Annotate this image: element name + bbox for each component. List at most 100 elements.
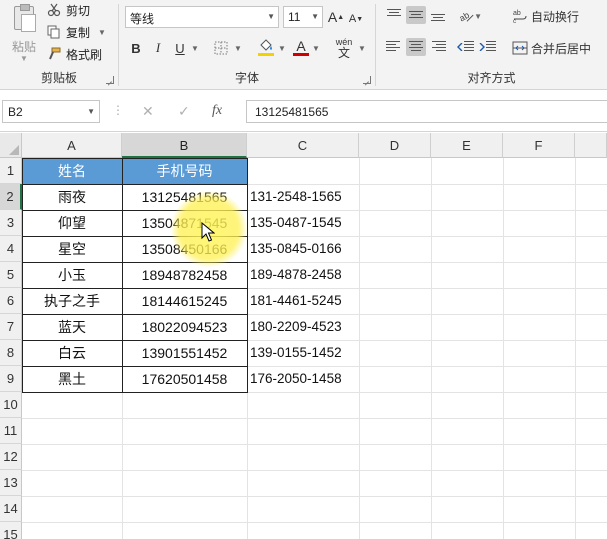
align-center-icon[interactable] bbox=[406, 38, 426, 56]
align-left-icon[interactable] bbox=[384, 38, 404, 56]
phone-cell[interactable]: 18144615245 bbox=[122, 288, 247, 314]
cut-button[interactable]: 剪切 bbox=[46, 0, 90, 20]
phonetic-dropdown-icon[interactable]: ▼ bbox=[357, 38, 367, 58]
formatted-phone-cell[interactable]: 180-2209-4523 bbox=[247, 314, 359, 340]
decrease-indent-icon[interactable] bbox=[456, 38, 476, 56]
row-header-15[interactable]: 15 bbox=[0, 522, 22, 539]
column-header-c[interactable]: C bbox=[247, 133, 359, 158]
merge-center-button[interactable]: 合并后居中 bbox=[512, 38, 607, 58]
row-header-4[interactable]: 4 bbox=[0, 236, 22, 262]
column-header-a[interactable]: A bbox=[22, 133, 122, 158]
row-header-2[interactable]: 2 bbox=[0, 184, 22, 210]
phone-cell[interactable]: 13508450166 bbox=[122, 236, 247, 262]
clipboard-group: 粘贴 ▼ 剪切 复制 ▼ 格式刷 剪贴板 bbox=[0, 0, 118, 90]
copy-button[interactable]: 复制 ▼ bbox=[46, 22, 106, 42]
enter-icon[interactable]: ✓ bbox=[178, 103, 190, 120]
row-header-11[interactable]: 11 bbox=[0, 418, 22, 444]
column-header-b[interactable]: B bbox=[122, 133, 247, 158]
fill-color-swatch bbox=[258, 53, 274, 56]
wrap-text-button[interactable]: ab c 自动换行 bbox=[512, 6, 592, 26]
column-header-e[interactable]: E bbox=[431, 133, 503, 158]
paste-dropdown-icon[interactable]: ▼ bbox=[20, 54, 28, 63]
more-options-icon: ⋮ bbox=[112, 103, 124, 117]
copy-label: 复制 bbox=[66, 25, 91, 40]
row-header-5[interactable]: 5 bbox=[0, 262, 22, 288]
formatted-phone-cell[interactable]: 139-0155-1452 bbox=[247, 340, 359, 366]
name-cell[interactable]: 执子之手 bbox=[22, 288, 122, 314]
column-header-d[interactable]: D bbox=[359, 133, 431, 158]
formatted-phone-cell[interactable]: 176-2050-1458 bbox=[247, 366, 359, 392]
name-cell[interactable]: 黑土 bbox=[22, 366, 122, 392]
font-dialog-launcher-icon[interactable] bbox=[363, 76, 371, 84]
copy-dropdown-icon[interactable]: ▼ bbox=[98, 28, 106, 37]
formatted-phone-cell[interactable]: 135-0487-1545 bbox=[247, 210, 359, 236]
font-color-swatch bbox=[293, 53, 309, 56]
row-header-12[interactable]: 12 bbox=[0, 444, 22, 470]
phone-cell[interactable]: 17620501458 bbox=[122, 366, 247, 392]
row-header-3[interactable]: 3 bbox=[0, 210, 22, 236]
align-right-icon[interactable] bbox=[428, 38, 448, 56]
worksheet-grid[interactable]: A B C D E F 1 2 3 4 5 6 7 8 9 10 11 12 13 14 15 姓名 手机号码 雨夜 13125… bbox=[0, 133, 607, 539]
merge-cells-icon bbox=[512, 41, 528, 55]
font-color-dropdown-icon[interactable]: ▼ bbox=[311, 38, 321, 58]
phone-cell[interactable]: 18022094523 bbox=[122, 314, 247, 340]
column-header-f[interactable]: F bbox=[503, 133, 575, 158]
name-cell[interactable]: 星空 bbox=[22, 236, 122, 262]
phone-cell[interactable]: 13504871545 bbox=[122, 210, 247, 236]
underline-dropdown-icon[interactable]: ▼ bbox=[190, 38, 200, 58]
borders-button[interactable] bbox=[211, 38, 231, 58]
svg-text:ab: ab bbox=[513, 10, 521, 17]
row-header-10[interactable]: 10 bbox=[0, 392, 22, 418]
name-cell[interactable]: 小玉 bbox=[22, 262, 122, 288]
formula-input[interactable]: 13125481565 bbox=[246, 100, 607, 123]
name-cell[interactable]: 蓝天 bbox=[22, 314, 122, 340]
phone-cell[interactable]: 13125481565 bbox=[122, 184, 247, 210]
row-header-6[interactable]: 6 bbox=[0, 288, 22, 314]
fill-color-dropdown-icon[interactable]: ▼ bbox=[277, 38, 287, 58]
row-header-8[interactable]: 8 bbox=[0, 340, 22, 366]
bottom-align-icon[interactable] bbox=[428, 6, 448, 24]
name-box[interactable]: B2 ▼ bbox=[2, 100, 100, 123]
paste-button[interactable]: 粘贴 ▼ bbox=[8, 4, 40, 63]
underline-button[interactable]: U bbox=[171, 38, 189, 58]
phone-cell[interactable]: 13901551452 bbox=[122, 340, 247, 366]
name-cell[interactable]: 仰望 bbox=[22, 210, 122, 236]
fill-color-button[interactable] bbox=[255, 36, 277, 56]
svg-text:ab: ab bbox=[458, 10, 471, 24]
name-cell[interactable]: 白云 bbox=[22, 340, 122, 366]
middle-align-icon[interactable] bbox=[406, 6, 426, 24]
row-header-1[interactable]: 1 bbox=[0, 158, 22, 184]
increase-font-size-button[interactable]: A ▲ bbox=[327, 7, 345, 27]
italic-button[interactable]: I bbox=[149, 38, 167, 58]
row-header-7[interactable]: 7 bbox=[0, 314, 22, 340]
formatted-phone-cell[interactable]: 131-2548-1565 bbox=[247, 184, 359, 210]
font-color-button[interactable]: A bbox=[291, 36, 311, 56]
increase-indent-icon[interactable] bbox=[478, 38, 498, 56]
clipboard-dialog-launcher-icon[interactable] bbox=[106, 76, 114, 84]
formatted-phone-cell[interactable]: 135-0845-0166 bbox=[247, 236, 359, 262]
orientation-button[interactable]: ab ▼ bbox=[458, 6, 482, 26]
decrease-font-size-button[interactable]: A ▼ bbox=[347, 9, 365, 29]
row-header-13[interactable]: 13 bbox=[0, 470, 22, 496]
insert-function-icon[interactable]: fx bbox=[212, 103, 222, 119]
name-cell[interactable]: 雨夜 bbox=[22, 184, 122, 210]
format-painter-button[interactable]: 格式刷 bbox=[46, 44, 102, 64]
formatted-phone-cell[interactable]: 181-4461-5245 bbox=[247, 288, 359, 314]
formatted-phone-cell[interactable]: 189-4878-2458 bbox=[247, 262, 359, 288]
chevron-down-icon: ▼ bbox=[267, 12, 275, 21]
top-align-icon[interactable] bbox=[384, 6, 404, 24]
font-name-select[interactable]: 等线 ▼ bbox=[125, 6, 279, 28]
ribbon: 粘贴 ▼ 剪切 复制 ▼ 格式刷 剪贴板 等线 ▼ 11 ▼ A ▲ A ▼ B… bbox=[0, 0, 607, 90]
bold-button[interactable]: B bbox=[127, 38, 145, 58]
borders-dropdown-icon[interactable]: ▼ bbox=[233, 38, 243, 58]
row-header-14[interactable]: 14 bbox=[0, 496, 22, 522]
phone-cell[interactable]: 18948782458 bbox=[122, 262, 247, 288]
header-cell-name[interactable]: 姓名 bbox=[22, 158, 122, 184]
phonetic-guide-button[interactable]: wén 文 bbox=[331, 34, 357, 62]
cancel-icon[interactable]: ✕ bbox=[142, 103, 154, 120]
row-header-9[interactable]: 9 bbox=[0, 366, 22, 392]
column-header[interactable] bbox=[575, 133, 607, 158]
header-cell-phone[interactable]: 手机号码 bbox=[122, 158, 247, 184]
font-size-select[interactable]: 11 ▼ bbox=[283, 6, 323, 28]
select-all-button[interactable] bbox=[0, 133, 22, 158]
